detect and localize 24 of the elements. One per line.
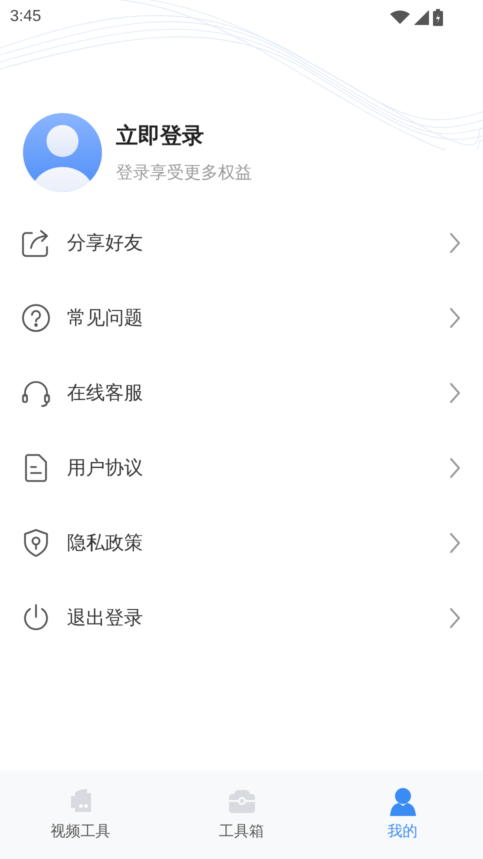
tab-item[interactable]: 工具箱 bbox=[161, 786, 322, 850]
shield-icon bbox=[21, 528, 51, 558]
wifi-icon bbox=[390, 10, 410, 24]
menu-label: 用户协议 bbox=[67, 456, 144, 480]
chevron-right-icon bbox=[449, 532, 461, 554]
chevron-right-icon bbox=[449, 306, 461, 328]
power-icon bbox=[21, 602, 51, 632]
chevron-right-icon bbox=[449, 382, 461, 404]
menu-label: 隐私政策 bbox=[67, 530, 144, 556]
menu-label: 退出登录 bbox=[67, 606, 144, 630]
chevron-right-icon bbox=[449, 232, 461, 254]
status-time: 3:45 bbox=[10, 8, 42, 26]
login-title[interactable]: 立即登录 bbox=[116, 121, 252, 151]
share-icon bbox=[21, 228, 51, 258]
signal-icon bbox=[414, 10, 429, 24]
menu-label: 在线客服 bbox=[67, 380, 144, 406]
help-icon bbox=[21, 302, 51, 332]
chevron-right-icon bbox=[449, 456, 461, 478]
login-subtitle: 登录享受更多权益 bbox=[116, 162, 252, 184]
menu-label: 分享好友 bbox=[67, 230, 144, 256]
battery-icon bbox=[433, 8, 443, 26]
tab-item[interactable]: 视频工具 bbox=[0, 786, 161, 850]
menu-label: 常见问题 bbox=[67, 306, 144, 330]
chevron-right-icon bbox=[449, 606, 461, 628]
